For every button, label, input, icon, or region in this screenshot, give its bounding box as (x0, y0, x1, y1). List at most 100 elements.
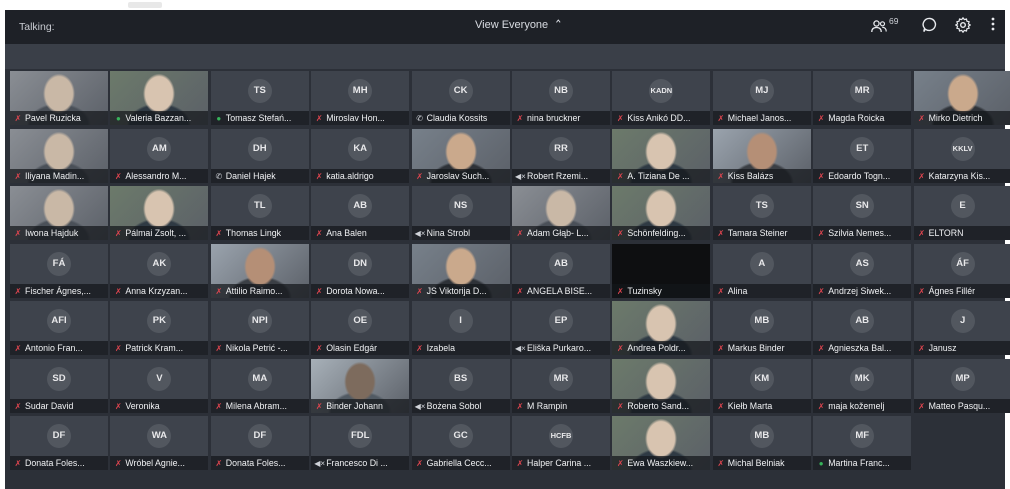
participant-tile[interactable]: ✗ A. Tiziana De ... (612, 128, 711, 183)
participant-tile[interactable]: ✗ Binder Johann (311, 358, 410, 413)
participant-tile[interactable]: HCFB ✗ Halper Carina ... (512, 416, 610, 470)
participant-initials-avatar: I (448, 309, 473, 333)
participant-tile[interactable]: AS ✗ Andrzej Siwek... (813, 243, 912, 298)
participant-initials-avatar: MH (348, 79, 373, 103)
participant-tile[interactable]: MB ✗ Michal Belniak (712, 416, 811, 470)
participant-tile[interactable]: MH ✗ Miroslav Hon... (311, 71, 410, 125)
participant-tile[interactable]: ✗ JS Viktorija D... (411, 243, 510, 298)
participant-tile[interactable]: TS ● Tomasz Stefań... (210, 71, 309, 125)
muted-mic-icon: ✗ (617, 171, 624, 181)
participant-tile[interactable]: KA ✗ katia.aldrigo (311, 128, 410, 183)
participant-initials-avatar: HCFB (549, 424, 573, 448)
more-options-button[interactable] (991, 17, 1001, 37)
participant-tile[interactable]: ✗ Jaroslav Such... (411, 128, 510, 183)
participant-tile[interactable]: AB ✗ Ana Balen (311, 186, 410, 240)
mic-icon: ● (216, 114, 222, 123)
participant-tile[interactable]: I ✗ Izabela (411, 301, 510, 355)
participant-tile[interactable]: MA ✗ Milena Abram... (210, 358, 309, 413)
participant-tile[interactable]: FÁ ✗ Fischer Ágnes,... (10, 243, 108, 298)
chat-bubble-icon (922, 17, 937, 32)
participant-tile[interactable]: MB ✗ Markus Binder (712, 301, 811, 355)
participant-tile[interactable]: V ✗ Veronika (110, 358, 209, 413)
participant-tile[interactable]: ✗ Roberto Sand... (612, 358, 711, 413)
participant-name: ELTORN (928, 228, 964, 238)
participant-tile[interactable]: TS ✗ Tamara Steiner (712, 186, 811, 240)
participant-tile[interactable]: KADN ✗ Kiss Anikó DD... (612, 71, 711, 125)
participant-name: Alina (727, 285, 748, 296)
participant-tile[interactable]: NPI ✗ Nikola Petrić -... (210, 301, 309, 355)
participant-tile[interactable]: AK ✗ Anna Krzyzan... (110, 243, 209, 298)
participant-tile[interactable]: ET ✗ Edoardo Togn... (813, 128, 912, 183)
browser-tab[interactable] (128, 2, 162, 8)
participant-tile[interactable]: AM ✗ Alessandro M... (110, 128, 209, 183)
participant-name: Ewa Waszkiew... (627, 458, 694, 468)
participant-initials-avatar: OE (348, 309, 373, 333)
participant-name: Tamara Steiner (727, 228, 788, 238)
participant-tile[interactable]: MK ✗ maja kožemelj (813, 358, 912, 413)
settings-button[interactable] (954, 16, 975, 37)
participant-tile[interactable]: MR ✗ Magda Roicka (813, 71, 912, 125)
participant-tile[interactable]: SN ✗ Szilvia Nemes... (813, 186, 912, 240)
speaker-muted-icon: ◀× (515, 171, 526, 181)
participant-tile[interactable]: ✗ Tuzinsky (612, 243, 711, 298)
participant-tile[interactable]: E ✗ ELTORN (913, 186, 1010, 240)
participant-name: Kiss Balázs (727, 170, 774, 181)
participant-tile[interactable]: ✗ Pálmai Zsolt, ... (110, 186, 209, 240)
participant-tile[interactable]: DF ✗ Donata Foles... (10, 416, 108, 470)
participant-tile[interactable]: CK ✆ Claudia Kossits (411, 71, 510, 125)
gear-icon (954, 16, 972, 34)
participant-tile[interactable]: GC ✗ Gabriella Cecc... (411, 416, 510, 470)
participant-tile[interactable]: ✗ Schönfelding... (612, 186, 711, 240)
participant-tile[interactable]: NS ◀×Nina Strobl (411, 186, 510, 240)
participant-tile[interactable]: ✗ Attilio Raimo... (210, 243, 309, 298)
participant-tile[interactable]: MP ✗ Matteo Pasqu... (913, 358, 1010, 413)
participant-tile[interactable]: FDL ◀×Francesco Di ... (311, 416, 410, 470)
participant-name-label: ● Tomasz Stefań... (210, 111, 309, 125)
participant-tile[interactable]: ÁF ✗ Ágnes Fillér (913, 243, 1010, 298)
participant-tile[interactable]: DF ✗ Donata Foles... (210, 416, 309, 470)
view-everyone-dropdown[interactable]: View Everyone ⌃ (475, 18, 563, 32)
participant-name-label: ✗ Attilio Raimo... (210, 283, 309, 298)
participant-tile[interactable]: ✗ Ewa Waszkiew... (612, 416, 711, 470)
participant-name-label: ✗ Kiss Balázs (712, 168, 811, 183)
participants-button[interactable]: 69 (871, 16, 905, 37)
participant-name-label: ✗ Fischer Ágnes,... (10, 283, 108, 298)
muted-mic-icon: ✗ (14, 401, 22, 411)
participant-tile[interactable]: ✗ Iliyana Madin... (10, 128, 108, 183)
participant-name: Nikola Petrić -... (225, 343, 288, 353)
chat-button[interactable] (922, 17, 942, 37)
participant-tile[interactable]: SD ✗ Sudar David (10, 358, 108, 413)
participant-tile[interactable]: ✗ Mirko Dietrich (913, 71, 1010, 125)
participant-tile[interactable]: ✗ Pavel Ruzicka (10, 71, 108, 125)
participant-tile[interactable]: ● Valeria Bazzan... (110, 71, 209, 125)
participant-tile[interactable]: AFI ✗ Antonio Fran... (10, 301, 108, 355)
participant-initials-avatar: KA (348, 136, 373, 161)
participant-tile[interactable]: KM ✗ Kiełb Marta (712, 358, 811, 413)
participant-tile[interactable]: MR ✗ M Rampin (512, 358, 610, 413)
participant-name-label: ✗ Michal Belniak (712, 456, 811, 470)
participant-tile[interactable]: PK ✗ Patrick Kram... (110, 301, 209, 355)
participant-tile[interactable]: ✗ Adam Głąb- L... (512, 186, 610, 240)
participant-tile[interactable]: AB ✗ Agnieszka Bal... (813, 301, 912, 355)
participant-tile[interactable]: TL ✗ Thomas Lingk (210, 186, 309, 240)
participant-tile[interactable]: ✗ Kiss Balázs (712, 128, 811, 183)
participant-tile[interactable]: J ✗ Janusz (913, 301, 1010, 355)
participant-tile[interactable]: AB ✗ ANGELA BISE... (512, 243, 610, 298)
participant-tile[interactable]: EP ◀×Eliška Purkaro... (512, 301, 610, 355)
participant-tile[interactable]: MJ ✗ Michael Janos... (712, 71, 811, 125)
participant-tile[interactable]: ✗ Andrea Poldr... (612, 301, 711, 355)
participant-tile[interactable]: WA ✗ Wróbel Agnie... (110, 416, 209, 470)
participant-tile[interactable]: A ✗ Alina (712, 243, 811, 298)
participant-tile[interactable]: KKLV ✗ Katarzyna Kis... (913, 128, 1010, 183)
participant-tile[interactable]: BS ◀×Bożena Sobol (411, 358, 510, 413)
participant-tile[interactable]: RR ◀×Robert Rzemi... (512, 128, 610, 183)
participant-tile[interactable]: DN ✗ Dorota Nowa... (311, 243, 410, 298)
participant-tile[interactable]: OE ✗ Olasin Edgár (311, 301, 410, 355)
participant-tile[interactable]: ✗ Iwona Hajduk (10, 186, 108, 240)
participant-tile[interactable]: DH ✆ Daniel Hajek (210, 128, 309, 183)
participant-tile[interactable]: MF ● Martina Franc... (813, 416, 912, 470)
participant-name-label: ✆ Daniel Hajek (210, 168, 309, 183)
participant-initials-avatar: BS (448, 366, 473, 391)
participant-tile[interactable]: NB ✗ nina bruckner (512, 71, 610, 125)
participant-name-label: ✗ katia.aldrigo (311, 168, 410, 183)
